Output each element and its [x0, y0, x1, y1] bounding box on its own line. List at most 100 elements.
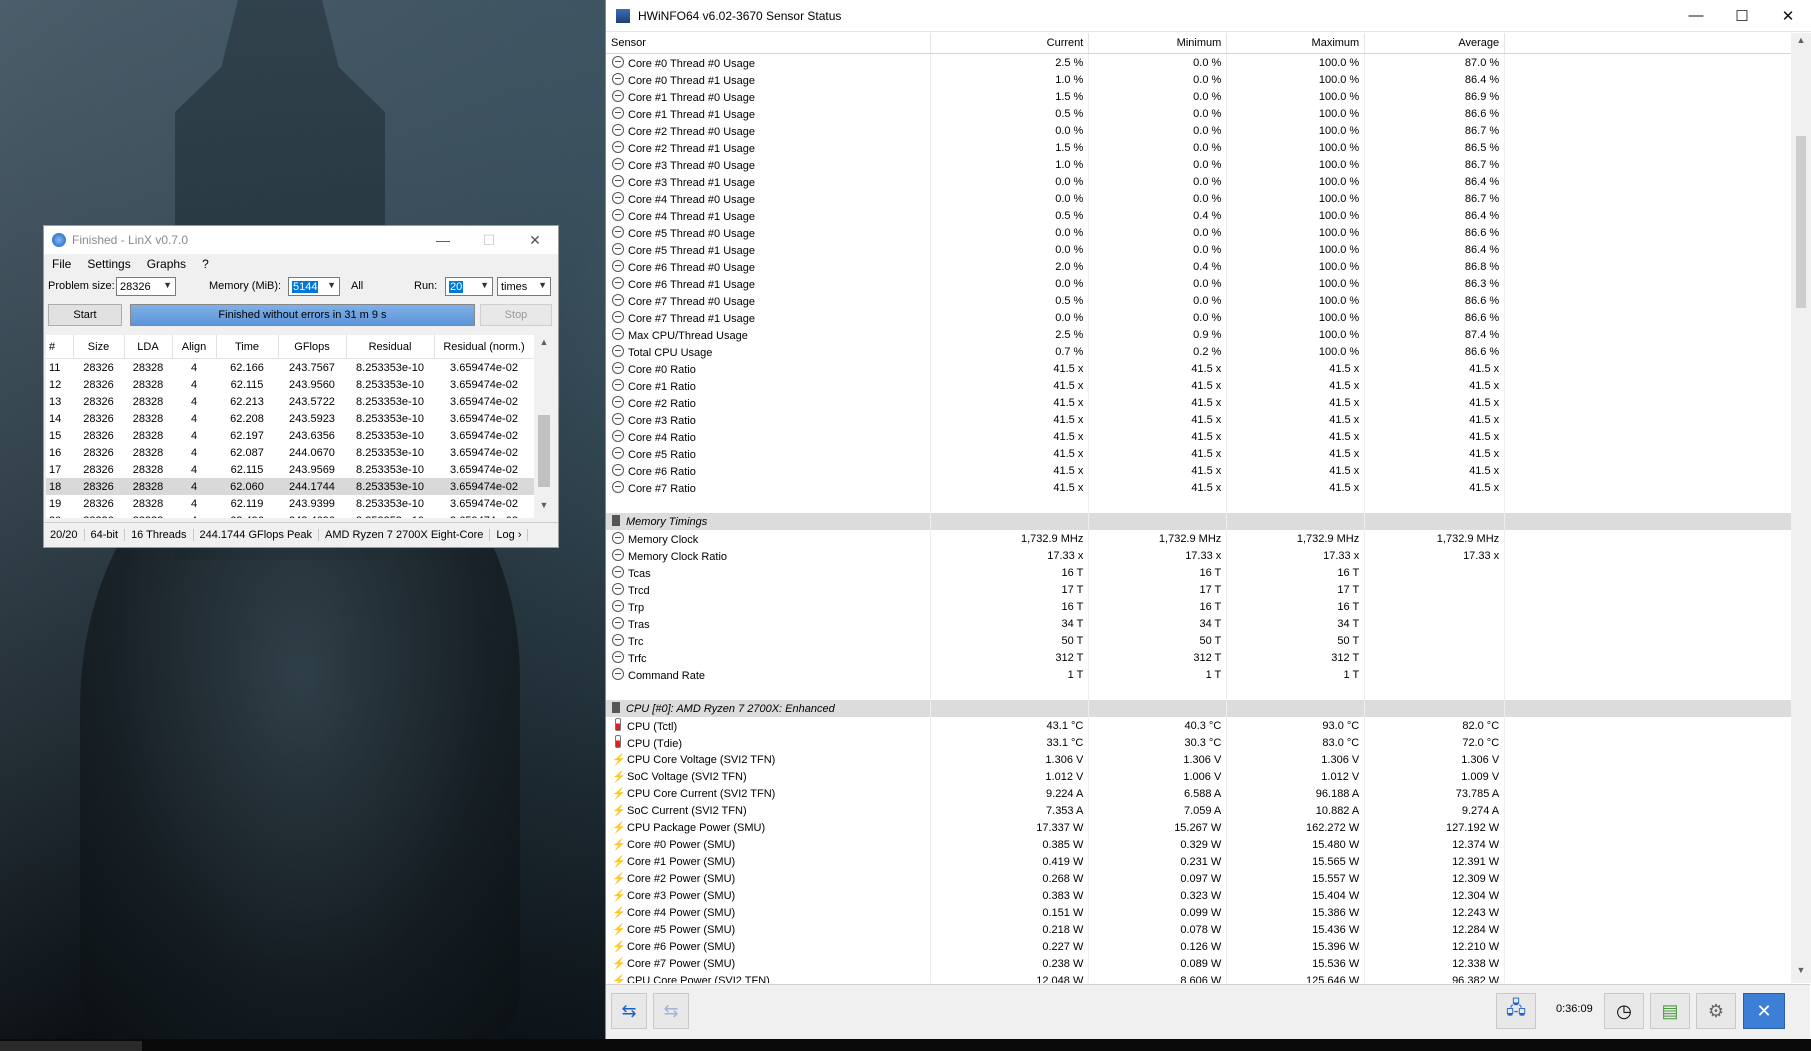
sensor-row[interactable]: Trcd 17 T 17 T 17 T — [606, 581, 1792, 598]
scroll-down-icon[interactable]: ▼ — [1791, 965, 1811, 981]
memory-combo[interactable]: 5144 ▼ — [288, 277, 340, 296]
scroll-thumb[interactable] — [538, 415, 550, 487]
table-row[interactable]: 17 28326 28328 4 62.115 243.9569 8.253353e-10 3… — [46, 461, 534, 478]
scroll-thumb[interactable] — [1796, 136, 1806, 308]
menu-file[interactable]: File — [52, 257, 71, 271]
sensor-column-header[interactable]: Current — [930, 33, 1090, 54]
sensor-row[interactable]: Command Rate 1 T1 T1 T — [606, 666, 1792, 683]
results-column-header[interactable]: Align — [172, 335, 217, 359]
table-row[interactable]: 202832628328462.496242.46968.253353e-103… — [46, 512, 534, 519]
sensor-row[interactable]: Core #7 Thread #0 Usage 0.5 % 0.0 % 100.0 %… — [606, 292, 1792, 309]
scroll-up-icon[interactable]: ▲ — [534, 337, 554, 353]
results-column-header[interactable]: # — [46, 335, 74, 359]
problem-size-combo[interactable]: 28326 ▼ — [116, 277, 176, 296]
menu-graphs[interactable]: Graphs — [147, 257, 186, 271]
sensor-row[interactable]: ⚡SoC Voltage (SVI2 TFN) 1.012 V 1.006 V 1.0… — [606, 768, 1792, 785]
arrows-left-right-disabled-icon[interactable]: ⇆ — [653, 993, 689, 1029]
sensor-row[interactable]: ⚡CPU Core Voltage (SVI2 TFN) 1.306 V 1.306… — [606, 751, 1792, 768]
sensor-row[interactable]: Core #3 Ratio 41.5 x 41.5 x 41.5 x 41.5 x — [606, 411, 1792, 428]
maximize-button[interactable]: ☐ — [466, 226, 512, 254]
minimize-button[interactable]: — — [420, 226, 466, 254]
table-row[interactable]: 11 28326 28328 4 62.166 243.7567 8.253353e-10 3… — [46, 359, 534, 377]
sensor-row[interactable]: Memory Clock 1,732.9 MHz 1,732.9 MHz 1,732.… — [606, 530, 1792, 547]
table-row[interactable]: 19 28326 28328 4 62.119 243.9399 8.253353e-10 3… — [46, 495, 534, 512]
sensor-column-header[interactable]: Maximum — [1226, 33, 1366, 54]
add-log-icon[interactable]: ▤ — [1650, 993, 1690, 1029]
sensor-row[interactable]: CPU (Tctl) 43.1 °C 40.3 °C 93.0 °C 82.0 °C — [606, 717, 1792, 734]
sensor-row[interactable]: Max CPU/Thread Usage 2.5 % 0.9 % 100.0 % 87.… — [606, 326, 1792, 343]
results-column-header[interactable]: LDA — [124, 335, 173, 359]
sensor-row[interactable]: Core #0 Ratio 41.5 x 41.5 x 41.5 x 41.5 x — [606, 360, 1792, 377]
run-unit-combo[interactable]: times ▼ — [497, 277, 551, 296]
sensor-row[interactable]: Core #3 Thread #1 Usage 0.0 % 0.0 % 100.0 %… — [606, 173, 1792, 190]
sensor-row[interactable]: ⚡Core #5 Power (SMU) 0.218 W 0.078 W 15.436… — [606, 921, 1792, 938]
maximize-button[interactable]: ☐ — [1719, 0, 1765, 31]
sensor-row[interactable]: Core #3 Thread #0 Usage 1.0 % 0.0 % 100.0 %… — [606, 156, 1792, 173]
results-column-header[interactable]: GFlops — [278, 335, 347, 359]
table-row[interactable]: 18 28326 28328 4 62.060 244.1744 8.253353e-10 3… — [46, 478, 534, 495]
sensor-row[interactable]: Memory Clock Ratio 17.33 x 17.33 x 17.33 x1… — [606, 547, 1792, 564]
sensor-row[interactable]: ⚡Core #1 Power (SMU) 0.419 W 0.231 W 15.565… — [606, 853, 1792, 870]
sensor-group-header[interactable]: CPU [#0]: AMD Ryzen 7 2700X: Enhanced — [606, 700, 1792, 717]
stop-button[interactable]: Stop — [480, 304, 552, 326]
sensor-row[interactable]: Core #2 Ratio 41.5 x 41.5 x 41.5 x 41.5 x — [606, 394, 1792, 411]
sensor-row[interactable]: Core #6 Thread #1 Usage 0.0 % 0.0 % 100.0 %… — [606, 275, 1792, 292]
sensor-row[interactable]: Total CPU Usage 0.7 % 0.2 % 100.0 % 86.6 % — [606, 343, 1792, 360]
close-button[interactable]: ✕ — [512, 226, 558, 254]
table-row[interactable]: 15 28326 28328 4 62.197 243.6356 8.253353e-10 3… — [46, 427, 534, 444]
sensor-row[interactable]: CPU (Tdie) 33.1 °C 30.3 °C 83.0 °C 72.0 °C — [606, 734, 1792, 751]
start-button[interactable]: Start — [48, 304, 122, 326]
results-scrollbar[interactable]: ▲ ▼ — [534, 335, 554, 518]
sensor-row[interactable]: Core #6 Ratio 41.5 x 41.5 x 41.5 x 41.5 x — [606, 462, 1792, 479]
sensor-row[interactable]: Core #4 Thread #1 Usage 0.5 % 0.4 % 100.0 %… — [606, 207, 1792, 224]
sensor-row[interactable]: ⚡Core #0 Power (SMU) 0.385 W 0.329 W 15.480… — [606, 836, 1792, 853]
table-row[interactable]: 14 28326 28328 4 62.208 243.5923 8.253353e-10 3… — [46, 410, 534, 427]
sensor-row[interactable]: Tras 34 T 34 T 34 T — [606, 615, 1792, 632]
sensor-column-header[interactable]: Minimum — [1088, 33, 1228, 54]
hwinfo-titlebar[interactable]: HWiNFO64 v6.02-3670 Sensor Status — ☐ ✕ — [606, 0, 1811, 32]
linx-titlebar[interactable]: Finished - LinX v0.7.0 — ☐ ✕ — [44, 226, 558, 254]
results-column-header[interactable]: Residual (norm.) — [434, 335, 534, 359]
gear-icon[interactable]: ⚙ — [1696, 993, 1736, 1029]
sensor-row[interactable]: Core #6 Thread #0 Usage 2.0 % 0.4 % 100.0 %… — [606, 258, 1792, 275]
sensor-row[interactable]: ⚡Core #3 Power (SMU) 0.383 W 0.323 W 15.404… — [606, 887, 1792, 904]
sensor-row[interactable]: ⚡Core #4 Power (SMU) 0.151 W 0.099 W 15.386… — [606, 904, 1792, 921]
sensor-row[interactable]: Core #7 Thread #1 Usage 0.0 % 0.0 % 100.0 %… — [606, 309, 1792, 326]
sensor-column-header[interactable]: Sensor — [606, 33, 932, 54]
sensor-row[interactable]: Core #2 Thread #0 Usage 0.0 % 0.0 % 100.0 %… — [606, 122, 1792, 139]
sensor-row[interactable]: Core #1 Thread #0 Usage 1.5 % 0.0 % 100.0 %… — [606, 88, 1792, 105]
results-column-header[interactable]: Size — [73, 335, 125, 359]
sensor-row[interactable]: Core #7 Ratio 41.5 x 41.5 x 41.5 x 41.5 x — [606, 479, 1792, 496]
close-button[interactable]: ✕ — [1765, 0, 1811, 31]
sensor-row[interactable]: Core #5 Thread #0 Usage 0.0 % 0.0 % 100.0 %… — [606, 224, 1792, 241]
results-column-header[interactable]: Time — [216, 335, 279, 359]
sensor-row[interactable]: Tcas 16 T 16 T 16 T — [606, 564, 1792, 581]
table-row[interactable]: 13 28326 28328 4 62.213 243.5722 8.253353e-10 3… — [46, 393, 534, 410]
sensor-row[interactable]: Core #5 Thread #1 Usage 0.0 % 0.0 % 100.0 %… — [606, 241, 1792, 258]
sensor-row[interactable]: Core #1 Ratio 41.5 x 41.5 x 41.5 x 41.5 x — [606, 377, 1792, 394]
taskbar-button[interactable] — [0, 1041, 142, 1051]
menu-settings[interactable]: Settings — [87, 257, 130, 271]
sensor-row[interactable]: ⚡Core #7 Power (SMU) 0.238 W 0.089 W 15.536… — [606, 955, 1792, 972]
sensor-row[interactable]: ⚡Core #6 Power (SMU) 0.227 W 0.126 W 15.396… — [606, 938, 1792, 955]
close-x-icon[interactable]: ✕ — [1743, 993, 1785, 1029]
sensor-row[interactable]: Core #0 Thread #0 Usage 2.5 % 0.0 % 100.0 %… — [606, 53, 1792, 71]
table-row[interactable]: 16 28326 28328 4 62.087 244.0670 8.253353e-10 3… — [46, 444, 534, 461]
log-button[interactable]: Log › — [490, 529, 529, 541]
sensor-row[interactable]: ⚡Core #2 Power (SMU) 0.268 W 0.097 W 15.557… — [606, 870, 1792, 887]
sensor-row[interactable]: ⚡CPU Core Current (SVI2 TFN) 9.224 A 6.588… — [606, 785, 1792, 802]
sensor-row[interactable]: Core #0 Thread #1 Usage 1.0 % 0.0 % 100.0 %… — [606, 71, 1792, 88]
sensor-column-header[interactable]: Average — [1364, 33, 1506, 54]
network-computers-icon[interactable]: 🖧 — [1496, 993, 1536, 1029]
arrows-left-right-icon[interactable]: ⇆ — [611, 993, 647, 1029]
sensor-row[interactable]: Core #4 Thread #0 Usage 0.0 % 0.0 % 100.0 %… — [606, 190, 1792, 207]
menu-help[interactable]: ? — [202, 257, 209, 271]
sensor-row[interactable]: Core #1 Thread #1 Usage 0.5 % 0.0 % 100.0 %… — [606, 105, 1792, 122]
table-row[interactable]: 12 28326 28328 4 62.115 243.9560 8.253353e-10 3… — [46, 376, 534, 393]
sensor-row[interactable]: ⚡CPU Package Power (SMU) 17.337 W 15.267 W… — [606, 819, 1792, 836]
scroll-down-icon[interactable]: ▼ — [534, 500, 554, 516]
sensor-row[interactable]: Core #5 Ratio 41.5 x 41.5 x 41.5 x 41.5 x — [606, 445, 1792, 462]
sensor-row[interactable]: Trc 50 T 50 T 50 T — [606, 632, 1792, 649]
sensor-row[interactable]: Trfc 312 T 312 T 312 T — [606, 649, 1792, 666]
minimize-button[interactable]: — — [1673, 0, 1719, 31]
